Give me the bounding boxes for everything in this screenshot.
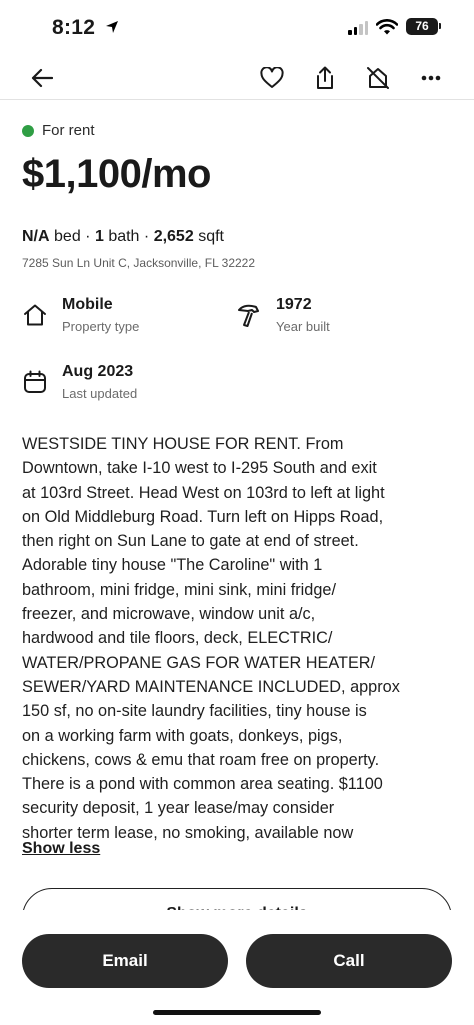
home-indicator — [153, 1010, 321, 1015]
listing-address: 7285 Sun Ln Unit C, Jacksonville, FL 322… — [22, 256, 256, 270]
heart-icon — [260, 67, 284, 88]
baths-label: bath — [108, 228, 140, 245]
facts-separator: · — [85, 228, 91, 245]
description-line: WESTSIDE TINY HOUSE FOR RENT. From — [22, 435, 344, 453]
attribute-property-type: Mobile Property type — [22, 296, 139, 334]
wifi-icon — [376, 18, 398, 34]
description-line: WATER/PROPANE GAS FOR WATER HEATER/ — [22, 653, 376, 672]
description-line: hardwood and tile floors, deck, ELECTRIC… — [22, 629, 333, 648]
sqft-label: sqft — [198, 228, 224, 245]
beds-value: N/A — [22, 228, 50, 245]
attribute-value: 1972 — [276, 296, 312, 313]
bottom-action-bar: Email Call — [0, 912, 474, 1025]
status-indicators: 76 — [348, 18, 441, 35]
description-line: There is a pond with common area seating… — [22, 775, 383, 794]
attribute-value: Aug 2023 — [62, 363, 134, 380]
hide-home-button[interactable] — [362, 62, 394, 94]
beds-label: bed — [54, 228, 81, 245]
email-button[interactable]: Email — [22, 934, 228, 988]
baths-value: 1 — [94, 228, 104, 245]
hide-home-icon — [367, 67, 389, 89]
more-options-button[interactable] — [415, 62, 447, 94]
listing-content: For rent $1,100/mo N/A bed · 1 bath · 2,… — [22, 100, 454, 910]
description-line: Downtown, take I-10 west to I-295 South … — [22, 459, 377, 478]
sqft-value: 2,652 — [153, 228, 194, 245]
attribute-year-built: 1972 Year built — [236, 296, 330, 334]
show-less-link[interactable]: Show less — [22, 840, 100, 858]
attribute-last-updated: Aug 2023 Last updated — [22, 363, 137, 401]
status-dot — [22, 124, 34, 137]
nav-bar — [0, 56, 474, 100]
location-arrow-icon — [106, 21, 119, 33]
hammer-icon — [238, 304, 259, 327]
status-bar: 8:12 76 — [0, 0, 474, 56]
listing-description: WESTSIDE TINY HOUSE FOR RENT. From Downt… — [22, 432, 454, 845]
description-line: bathroom, mini fridge, mini sink, mini f… — [22, 580, 336, 599]
favorite-button[interactable] — [256, 62, 288, 94]
clock-text: 8:12 — [52, 16, 96, 39]
description-line: on Old Middleburg Road. Turn left on Hip… — [22, 507, 384, 526]
description-line: SEWER/YARD MAINTENANCE INCLUDED, approx — [22, 677, 400, 696]
house-icon — [24, 304, 46, 326]
description-line: on a working farm with goats, donkeys, p… — [22, 726, 343, 745]
call-button[interactable]: Call — [246, 934, 452, 988]
description-line: security deposit, 1 year lease/may consi… — [22, 799, 335, 818]
battery-icon: 76 — [406, 18, 441, 35]
attribute-label: Last updated — [62, 386, 138, 401]
description-line: freezer, and microwave, window unit a/c, — [22, 605, 316, 624]
cellular-signal-icon — [348, 19, 368, 35]
status-time: 8:12 — [52, 16, 119, 40]
listing-status: For rent — [22, 122, 95, 139]
description-line: then right on Sun Lane to gate at end of… — [22, 532, 359, 551]
description-line: at 103rd Street. Head West on 103rd to l… — [22, 483, 385, 502]
share-button[interactable] — [309, 62, 341, 94]
description-line: 150 sf, no on-site laundry facilities, t… — [22, 702, 367, 721]
description-line: Adorable tiny house "The Caroline" with … — [22, 556, 323, 575]
arrow-left-icon — [31, 68, 53, 88]
attribute-value: Mobile — [62, 296, 113, 313]
attribute-label: Year built — [276, 319, 330, 334]
listing-price: $1,100/mo — [22, 152, 211, 196]
description-line: chickens, cows & emu that roam free on p… — [22, 750, 380, 769]
calendar-icon — [24, 370, 46, 393]
listing-facts: N/A bed · 1 bath · 2,652 sqft — [22, 228, 224, 246]
facts-separator: · — [143, 228, 150, 245]
share-icon — [317, 66, 333, 89]
attribute-label: Property type — [62, 319, 140, 334]
more-horizontal-icon — [421, 75, 441, 81]
back-button[interactable] — [26, 62, 58, 94]
show-more-details-button[interactable]: Show more details — [22, 888, 452, 910]
listing-status-text: For rent — [42, 122, 95, 139]
